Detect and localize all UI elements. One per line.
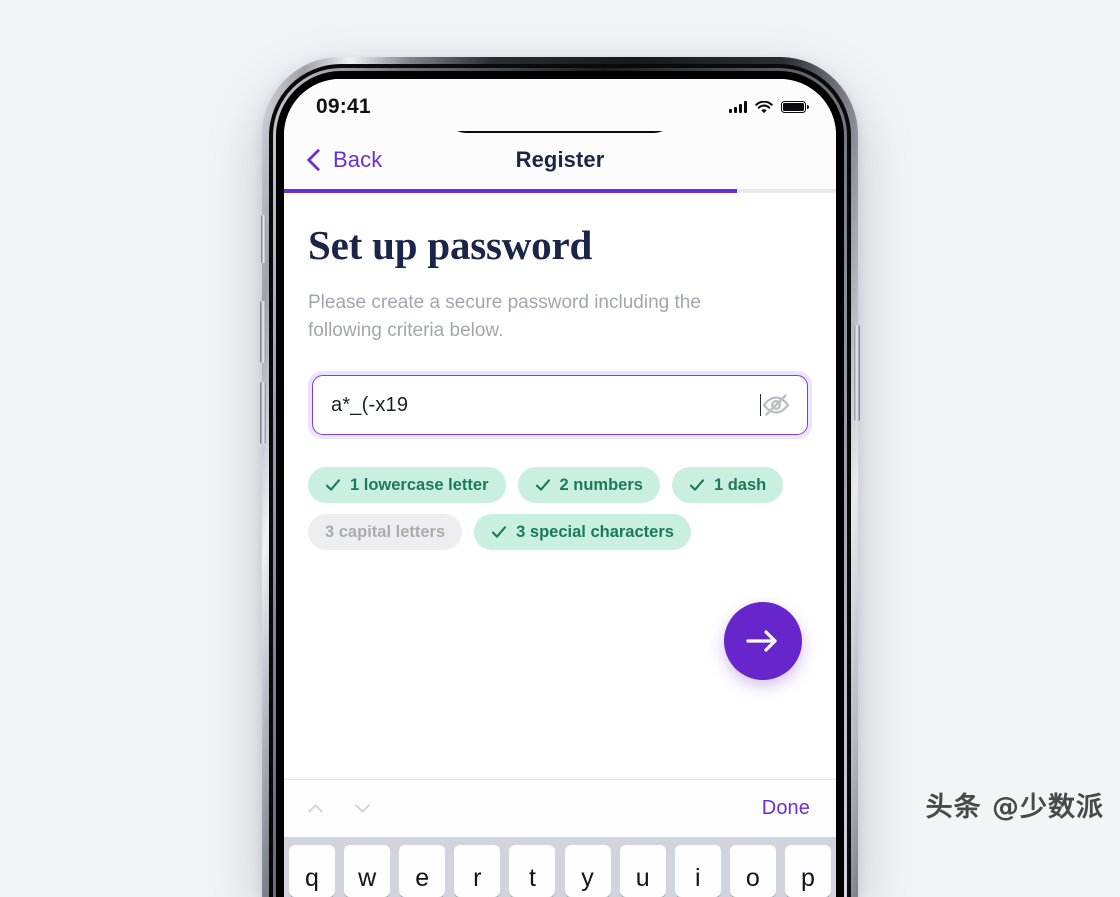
keyboard-key[interactable]: e (399, 845, 446, 897)
check-icon (325, 479, 341, 491)
main-content: Set up password Please create a secure p… (284, 193, 836, 680)
phone-device: 09:41 Back Register Set up password Plea… (260, 57, 860, 897)
check-icon (535, 479, 550, 491)
subheading-text: Please create a secure password includin… (308, 292, 701, 341)
silent-switch-button[interactable] (261, 215, 266, 263)
back-button-label: Back (333, 147, 383, 172)
chevron-down-icon[interactable] (353, 799, 372, 818)
criteria-chip-label: 1 dash (713, 475, 767, 494)
keyboard-done-button[interactable]: Done (762, 797, 810, 820)
chevron-left-icon (306, 148, 330, 172)
criteria-chip: 3 capital letters (308, 514, 463, 550)
keyboard-key[interactable]: q (289, 845, 335, 897)
status-bar: 09:41 (284, 79, 836, 131)
power-button[interactable] (854, 325, 860, 421)
phone-screen: 09:41 Back Register Set up password Plea… (284, 79, 836, 897)
status-bar-indicators (729, 100, 809, 114)
keyboard-key[interactable]: i (674, 845, 721, 897)
criteria-chip: 3 special characters (474, 514, 691, 550)
battery-full-icon (781, 101, 809, 113)
password-criteria-list: 1 lowercase letter 2 numbers 1 dash 3 capit… (308, 467, 812, 550)
next-button-row (308, 550, 812, 680)
chevron-up-icon[interactable] (306, 799, 325, 818)
criteria-chip: 2 numbers (517, 467, 660, 503)
status-bar-clock: 09:41 (316, 95, 371, 118)
check-icon (689, 479, 705, 491)
wifi-icon (755, 100, 773, 113)
volume-up-button[interactable] (260, 301, 266, 363)
check-icon (492, 526, 507, 538)
watermark: 头条 @少数派 (925, 792, 1104, 823)
keyboard-key[interactable]: r (454, 845, 501, 897)
next-button[interactable] (724, 602, 802, 680)
cellular-bars-icon (729, 101, 747, 113)
criteria-chip: 1 lowercase letter (308, 467, 506, 503)
volume-down-button[interactable] (260, 382, 266, 444)
criteria-chip-label: 2 numbers (559, 475, 643, 494)
eye-slash-icon[interactable] (761, 390, 791, 420)
keyboard-key[interactable]: y (564, 845, 611, 897)
on-screen-keyboard: qwertyuiop (284, 837, 836, 897)
criteria-chip-label: 3 special characters (516, 522, 674, 541)
keyboard-key[interactable]: w (344, 845, 391, 897)
keyboard-accessory-bar: Done (284, 779, 836, 837)
keyboard-key[interactable]: t (509, 845, 556, 897)
criteria-chip: 1 dash (671, 467, 784, 503)
keyboard-key[interactable]: u (619, 845, 666, 897)
nav-bar: Back Register (284, 131, 836, 189)
keyboard-key[interactable]: p (784, 845, 831, 897)
criteria-chip-label: 1 lowercase letter (350, 475, 489, 494)
arrow-right-icon (746, 630, 777, 652)
back-button[interactable]: Back (306, 147, 383, 173)
password-input-value: a*_(-x19 (331, 393, 409, 416)
password-input[interactable]: a*_(-x19 (312, 375, 808, 435)
keyboard-row-1: qwertyuiop (284, 845, 836, 897)
heading-set-up-password: Set up password (308, 222, 593, 268)
criteria-chip-label: 3 capital letters (325, 522, 446, 541)
field-navigation-controls (306, 799, 372, 818)
keyboard-key[interactable]: o (729, 845, 776, 897)
password-field-focus-halo: a*_(-x19 (308, 371, 812, 439)
